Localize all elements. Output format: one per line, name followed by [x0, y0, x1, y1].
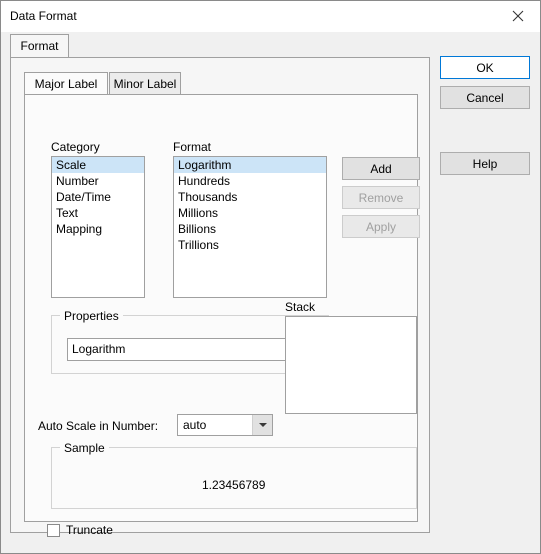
- list-item[interactable]: Hundreds: [174, 173, 326, 189]
- format-tabstrip: Format: [10, 34, 430, 58]
- remove-button[interactable]: Remove: [342, 186, 420, 209]
- close-icon[interactable]: [495, 1, 540, 31]
- chevron-down-icon[interactable]: [252, 415, 272, 435]
- category-label: Category: [51, 140, 100, 154]
- list-item[interactable]: Billions: [174, 221, 326, 237]
- apply-button[interactable]: Apply: [342, 215, 420, 238]
- cancel-button[interactable]: Cancel: [440, 86, 530, 109]
- format-tab-panel: Major Label Minor Label Category Scale N…: [10, 57, 430, 537]
- sample-group: Sample 1.23456789: [51, 441, 417, 509]
- help-button[interactable]: Help: [440, 152, 530, 175]
- list-item[interactable]: Logarithm: [174, 157, 326, 173]
- list-item[interactable]: Text: [52, 205, 144, 221]
- list-item[interactable]: Scale: [52, 157, 144, 173]
- list-item[interactable]: Mapping: [52, 221, 144, 237]
- add-button[interactable]: Add: [342, 157, 420, 180]
- tab-format[interactable]: Format: [10, 34, 69, 58]
- format-listbox[interactable]: Logarithm Hundreds Thousands Millions Bi…: [173, 156, 327, 298]
- major-label-panel: Category Scale Number Date/Time Text Map…: [24, 94, 420, 537]
- dialog-window: Data Format Format Major Label Minor Lab…: [0, 0, 541, 554]
- ok-button[interactable]: OK: [440, 56, 530, 79]
- truncate-label: Truncate: [66, 523, 113, 537]
- list-item[interactable]: Number: [52, 173, 144, 189]
- stack-listbox[interactable]: [285, 316, 417, 414]
- list-item[interactable]: Millions: [174, 205, 326, 221]
- auto-scale-value: auto: [183, 418, 207, 432]
- sample-label: Sample: [60, 441, 109, 455]
- titlebar: Data Format: [1, 1, 540, 32]
- properties-label: Properties: [60, 309, 123, 323]
- list-item[interactable]: Thousands: [174, 189, 326, 205]
- auto-scale-label: Auto Scale in Number:: [38, 419, 159, 433]
- list-item[interactable]: Trillions: [174, 237, 326, 253]
- tab-minor-label[interactable]: Minor Label: [109, 72, 181, 95]
- properties-input[interactable]: Logarithm: [67, 338, 313, 361]
- stack-label: Stack: [285, 300, 316, 314]
- window-title: Data Format: [10, 9, 77, 23]
- list-item[interactable]: Date/Time: [52, 189, 144, 205]
- label-tabstrip: Major Label Minor Label: [24, 72, 414, 97]
- format-label: Format: [173, 140, 212, 154]
- auto-scale-combobox[interactable]: auto: [177, 414, 273, 436]
- truncate-checkbox[interactable]: [47, 523, 60, 537]
- category-listbox[interactable]: Scale Number Date/Time Text Mapping: [51, 156, 145, 298]
- truncate-checkbox-row[interactable]: Truncate: [47, 523, 113, 537]
- sample-value: 1.23456789: [202, 478, 266, 492]
